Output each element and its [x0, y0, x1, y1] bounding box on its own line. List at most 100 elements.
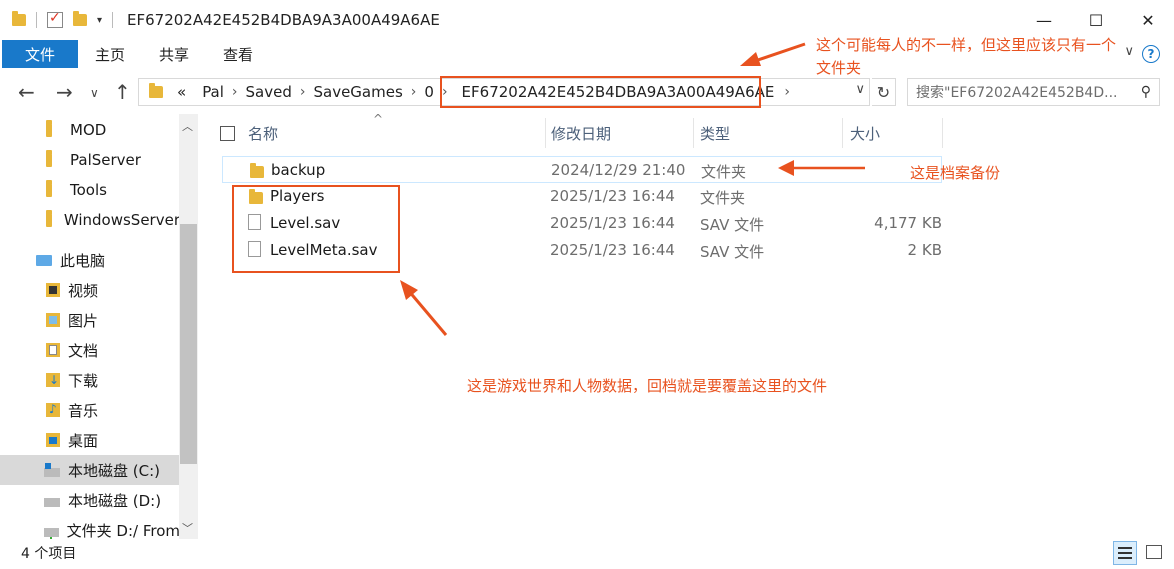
- status-bar: 4 个项目: [0, 539, 1174, 569]
- large-icons-view-icon[interactable]: [1142, 541, 1166, 565]
- item-count: 4 个项目: [21, 546, 77, 562]
- nav-item-local-disk-c[interactable]: 本地磁盘 (C:): [0, 455, 180, 485]
- nav-item-network-folder[interactable]: 文件夹 D:/ From: [0, 515, 180, 539]
- column-divider[interactable]: [942, 118, 943, 148]
- nav-item-documents[interactable]: 文档: [0, 335, 180, 365]
- nav-item-mod[interactable]: MOD: [0, 115, 180, 145]
- column-header-date[interactable]: 修改日期: [543, 118, 693, 148]
- quick-access-toolbar: ▾: [0, 10, 114, 28]
- computer-icon: [36, 254, 52, 266]
- chevron-right-icon[interactable]: ›: [411, 84, 417, 100]
- breadcrumb-overflow[interactable]: «: [177, 83, 186, 101]
- drive-icon: [44, 463, 60, 477]
- nav-item-label: Tools: [70, 181, 107, 199]
- breadcrumb-pal[interactable]: Pal: [202, 83, 224, 101]
- nav-item-this-pc[interactable]: 此电脑: [0, 245, 180, 275]
- tab-view[interactable]: 查看: [206, 40, 270, 68]
- expand-ribbon-chevron-icon[interactable]: ∨: [1124, 44, 1134, 59]
- annotation-backup-note: 这是档案备份: [910, 164, 1001, 182]
- nav-item-tools[interactable]: Tools: [0, 175, 180, 205]
- file-date: 2025/1/23 16:44: [550, 187, 675, 205]
- nav-item-downloads[interactable]: ↓ 下载: [0, 365, 180, 395]
- nav-item-videos[interactable]: 视频: [0, 275, 180, 305]
- up-button[interactable]: ↑: [114, 80, 131, 104]
- scroll-thumb[interactable]: [180, 224, 197, 464]
- search-input[interactable]: 搜索"EF67202A42E452B4D... ⚲: [907, 78, 1160, 106]
- nav-item-pictures[interactable]: 图片: [0, 305, 180, 335]
- search-placeholder: 搜索"EF67202A42E452B4D...: [916, 85, 1118, 101]
- search-icon[interactable]: ⚲: [1141, 84, 1151, 100]
- annotation-folder-note-line2: 文件夹: [816, 59, 862, 77]
- customize-toolbar-dropdown[interactable]: ▾: [97, 15, 102, 26]
- tab-share[interactable]: 共享: [142, 40, 206, 68]
- breadcrumb-savegames[interactable]: SaveGames: [313, 83, 402, 101]
- annotation-box-current-folder: [440, 76, 761, 108]
- tab-home[interactable]: 主页: [78, 40, 142, 68]
- back-button[interactable]: ←: [18, 80, 35, 104]
- file-type: SAV 文件: [700, 243, 765, 261]
- nav-item-label: 此电脑: [60, 251, 106, 270]
- nav-item-label: 视频: [68, 281, 99, 300]
- scroll-down-icon[interactable]: ﹀: [182, 520, 193, 536]
- nav-item-local-disk-d[interactable]: 本地磁盘 (D:): [0, 485, 180, 515]
- file-list: ^ 名称 修改日期 类型 大小 backup 2024/12/29 21:40 …: [210, 112, 1170, 539]
- file-type: 文件夹: [701, 163, 747, 181]
- folder-icon: [46, 180, 62, 197]
- new-folder-icon[interactable]: [73, 11, 87, 26]
- nav-item-label: 本地磁盘 (D:): [68, 491, 162, 510]
- nav-item-label: 音乐: [68, 401, 99, 420]
- column-header-type[interactable]: 类型: [692, 118, 842, 148]
- nav-item-palserver[interactable]: PalServer: [0, 145, 180, 175]
- table-row[interactable]: backup 2024/12/29 21:40 文件夹: [222, 156, 942, 183]
- nav-item-music[interactable]: ♪ 音乐: [0, 395, 180, 425]
- annotation-data-note: 这是游戏世界和人物数据，回档就是要覆盖这里的文件: [467, 377, 828, 395]
- nav-item-windowsserver[interactable]: WindowsServer: [0, 205, 180, 235]
- breadcrumb-0[interactable]: 0: [424, 83, 434, 101]
- nav-scrollbar[interactable]: ︿ ﹀: [179, 114, 198, 539]
- breadcrumb-saved[interactable]: Saved: [246, 83, 292, 101]
- forward-button[interactable]: →: [56, 80, 73, 104]
- toolbar-separator: [112, 12, 114, 28]
- refresh-button[interactable]: ↻: [872, 78, 896, 106]
- column-header-size[interactable]: 大小: [842, 118, 942, 148]
- nav-item-label: 本地磁盘 (C:): [68, 461, 160, 480]
- navigation-pane: MOD PalServer Tools WindowsServer 此电脑 视频…: [0, 114, 200, 539]
- music-icon: ♪: [46, 403, 60, 417]
- file-size: 2 KB: [907, 241, 942, 259]
- drive-icon: [44, 498, 60, 507]
- recent-locations-dropdown[interactable]: ∨: [90, 86, 99, 100]
- nav-item-label: WindowsServer: [63, 211, 180, 229]
- network-drive-icon: [44, 528, 59, 539]
- select-all-checkbox[interactable]: [220, 126, 235, 141]
- file-date: 2025/1/23 16:44: [550, 241, 675, 259]
- close-button[interactable]: ✕: [1122, 0, 1174, 40]
- chevron-right-icon[interactable]: ›: [232, 84, 238, 100]
- nav-item-label: MOD: [70, 121, 107, 139]
- tab-file[interactable]: 文件: [2, 40, 79, 68]
- file-name: backup: [271, 161, 326, 179]
- file-type: SAV 文件: [700, 216, 765, 234]
- video-icon: [46, 283, 60, 297]
- folder-icon: [46, 150, 62, 167]
- download-icon: ↓: [46, 373, 60, 387]
- chevron-right-icon[interactable]: ›: [784, 84, 790, 100]
- nav-item-desktop[interactable]: 桌面: [0, 425, 180, 455]
- window-title: EF67202A42E452B4DBA9A3A00A49A6AE: [127, 11, 440, 29]
- details-view-icon[interactable]: [1113, 541, 1137, 565]
- nav-item-label: 文件夹 D:/ From: [66, 521, 180, 540]
- file-type: 文件夹: [700, 189, 746, 207]
- chevron-right-icon[interactable]: ›: [300, 84, 306, 100]
- nav-item-label: PalServer: [70, 151, 141, 169]
- address-history-chevron-icon[interactable]: ∨: [855, 82, 865, 97]
- nav-item-label: 图片: [68, 311, 99, 330]
- file-date: 2024/12/29 21:40: [551, 161, 686, 179]
- help-icon[interactable]: ?: [1142, 45, 1160, 63]
- scroll-up-icon[interactable]: ︿: [182, 118, 193, 134]
- toolbar-separator: [36, 12, 37, 28]
- column-header-name[interactable]: 名称: [240, 118, 545, 148]
- properties-icon[interactable]: [47, 10, 63, 28]
- nav-item-label: 桌面: [68, 431, 99, 450]
- file-date: 2025/1/23 16:44: [550, 214, 675, 232]
- folder-icon: [149, 83, 163, 98]
- folder-icon: [46, 210, 56, 227]
